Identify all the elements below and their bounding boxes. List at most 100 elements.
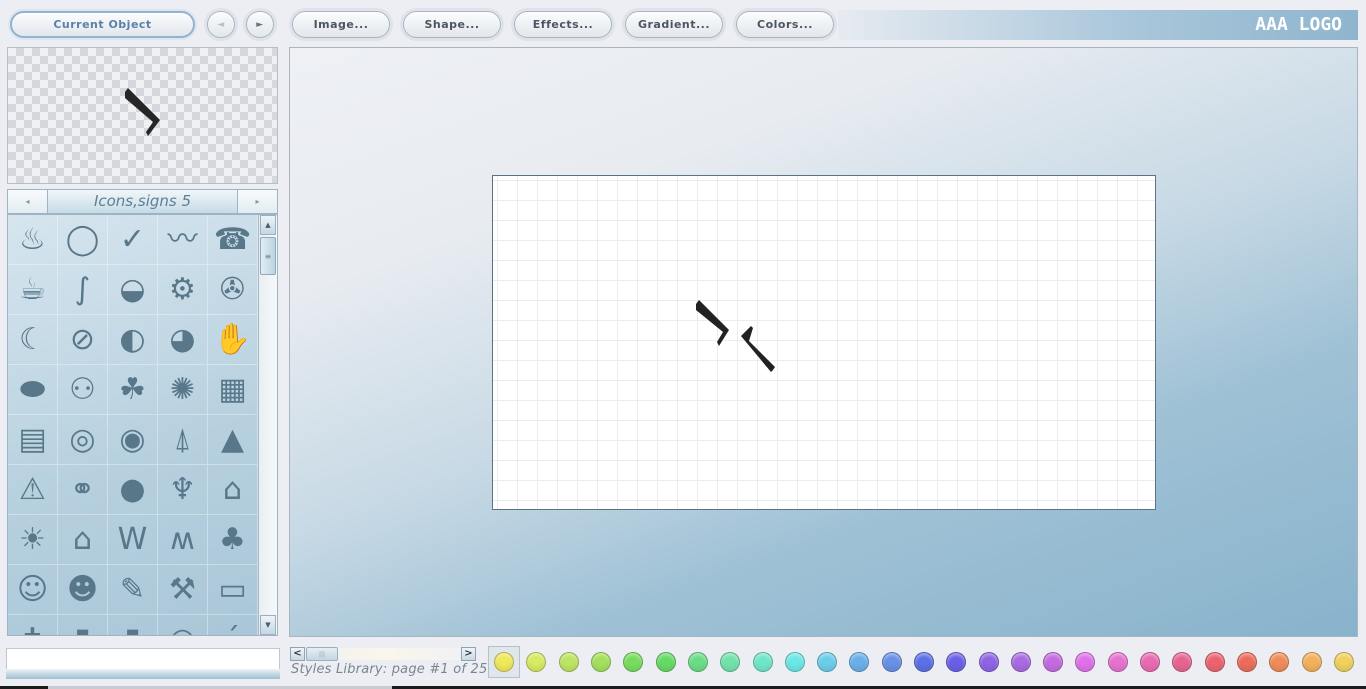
previous-category-button[interactable]: ◂ bbox=[8, 190, 48, 213]
color-swatch[interactable] bbox=[1134, 646, 1166, 678]
next-category-button[interactable]: ▸ bbox=[237, 190, 277, 213]
oval-icon: ◠ bbox=[169, 624, 195, 635]
color-swatch[interactable] bbox=[1037, 646, 1069, 678]
library-icon-scraper[interactable]: ⚒ bbox=[158, 565, 208, 615]
library-icon-glass[interactable]: ▮ bbox=[58, 615, 108, 635]
triangle-down-icon: ▼ bbox=[265, 621, 271, 629]
library-icon-brick-wall[interactable]: ▦ bbox=[208, 365, 258, 415]
library-icon-sun-house[interactable]: ☀ bbox=[8, 515, 58, 565]
library-icon-steaming-cups[interactable]: ♨ bbox=[8, 215, 58, 265]
category-selector: ◂ Icons,signs 5 ▸ bbox=[7, 189, 278, 214]
handshake-icon: ⚭ bbox=[69, 471, 96, 507]
color-swatch[interactable] bbox=[714, 646, 746, 678]
library-icon-swoosh[interactable]: ✓ bbox=[108, 215, 158, 265]
color-swatch[interactable] bbox=[617, 646, 649, 678]
styles-prev-button[interactable]: < bbox=[290, 647, 305, 661]
color-swatch[interactable] bbox=[520, 646, 552, 678]
library-icon-tick[interactable]: ˊ bbox=[208, 615, 258, 635]
library-icon-fire-circle[interactable]: ● bbox=[108, 465, 158, 515]
styles-next-button[interactable]: > bbox=[461, 647, 476, 661]
scroll-thumb[interactable]: ≡ bbox=[260, 237, 276, 275]
image-button[interactable]: Image... bbox=[292, 11, 390, 38]
library-icon-bottle[interactable]: ▮ bbox=[108, 615, 158, 635]
color-swatch[interactable] bbox=[843, 646, 875, 678]
color-swatch[interactable] bbox=[811, 646, 843, 678]
color-swatch[interactable] bbox=[1102, 646, 1134, 678]
library-icon-smiley-girl[interactable]: ☺ bbox=[8, 565, 58, 615]
library-icon-swirl-ring[interactable]: ◯ bbox=[58, 215, 108, 265]
palm-tree-icon: ♣ bbox=[219, 521, 246, 557]
library-icon-splash[interactable]: ✺ bbox=[158, 365, 208, 415]
color-swatch[interactable] bbox=[1166, 646, 1198, 678]
styles-scrollbar[interactable]: < ||| > bbox=[290, 647, 477, 661]
library-icon-s-curve[interactable]: ∫ bbox=[58, 265, 108, 315]
library-icon-paint-brush[interactable]: ✎ bbox=[108, 565, 158, 615]
effects-button[interactable]: Effects... bbox=[514, 11, 612, 38]
library-icon-swirl-circle[interactable]: ✇ bbox=[208, 265, 258, 315]
library-icon-hand-print[interactable]: ✋ bbox=[208, 315, 258, 365]
library-icon-fire-warning[interactable]: ⚠ bbox=[8, 465, 58, 515]
library-icon-calculator[interactable]: ▤ bbox=[8, 415, 58, 465]
color-dot bbox=[623, 652, 644, 672]
library-icon-earth[interactable]: ◕ bbox=[158, 315, 208, 365]
colors-button[interactable]: Colors... bbox=[736, 11, 834, 38]
text-input[interactable] bbox=[6, 648, 280, 670]
library-icon-house[interactable]: ⌂ bbox=[58, 515, 108, 565]
color-swatch[interactable] bbox=[972, 646, 1004, 678]
library-icon-turtle[interactable]: ⬬ bbox=[8, 365, 58, 415]
library-icon-oval[interactable]: ◠ bbox=[158, 615, 208, 635]
color-swatch[interactable] bbox=[682, 646, 714, 678]
library-icon-xmas-tree[interactable]: ▲ bbox=[208, 415, 258, 465]
color-swatch[interactable] bbox=[585, 646, 617, 678]
color-swatch[interactable] bbox=[1263, 646, 1295, 678]
color-swatch[interactable] bbox=[553, 646, 585, 678]
color-swatch[interactable] bbox=[1231, 646, 1263, 678]
library-icon-hot-coffee[interactable]: ☕ bbox=[8, 265, 58, 315]
design-canvas[interactable] bbox=[492, 175, 1156, 510]
library-icon-wonder-logo[interactable]: W bbox=[108, 515, 158, 565]
styles-scroll-thumb[interactable]: ||| bbox=[306, 647, 338, 661]
library-icon-wave-curl[interactable]: ☾ bbox=[8, 315, 58, 365]
library-icon-gears[interactable]: ⚙ bbox=[158, 265, 208, 315]
color-swatch[interactable] bbox=[488, 646, 521, 678]
library-icon-spiral-1[interactable]: ◎ bbox=[58, 415, 108, 465]
library-icon-bus[interactable]: ▭ bbox=[208, 565, 258, 615]
library-icon-ball-flowers[interactable]: ☻ bbox=[58, 565, 108, 615]
library-icon-spiral-2[interactable]: ◉ bbox=[108, 415, 158, 465]
library-icon-wave[interactable]: 〰 bbox=[158, 215, 208, 265]
library-icon-handshake[interactable]: ⚭ bbox=[58, 465, 108, 515]
color-swatch[interactable] bbox=[908, 646, 940, 678]
color-swatch[interactable] bbox=[746, 646, 778, 678]
library-icon-palm-tree[interactable]: ♣ bbox=[208, 515, 258, 565]
color-swatch[interactable] bbox=[1005, 646, 1037, 678]
next-object-button[interactable]: ► bbox=[246, 11, 274, 38]
color-swatch[interactable] bbox=[1295, 646, 1327, 678]
color-swatch[interactable] bbox=[1069, 646, 1101, 678]
library-icon-half-globe[interactable]: ◐ bbox=[108, 315, 158, 365]
color-swatch[interactable] bbox=[940, 646, 972, 678]
current-object-button[interactable]: Current Object bbox=[10, 11, 195, 38]
vertical-scrollbar[interactable]: ▲ ≡ ▼ bbox=[258, 215, 277, 635]
library-icon-flames[interactable]: ♆ bbox=[158, 465, 208, 515]
smiley-girl-icon: ☺ bbox=[16, 571, 49, 607]
library-icon-w-wing[interactable]: ʍ bbox=[158, 515, 208, 565]
library-icon-xmas-tree-outline[interactable]: ⍋ bbox=[158, 415, 208, 465]
color-swatch[interactable] bbox=[1199, 646, 1231, 678]
library-icon-telephone[interactable]: ☎ bbox=[208, 215, 258, 265]
styles-page-label: Styles Library: page #1 of 25 bbox=[291, 662, 488, 677]
scroll-down-button[interactable]: ▼ bbox=[260, 615, 276, 635]
library-icon-people[interactable]: ⚇ bbox=[58, 365, 108, 415]
gradient-button[interactable]: Gradient... bbox=[625, 11, 723, 38]
color-swatch[interactable] bbox=[1328, 646, 1360, 678]
shape-button[interactable]: Shape... bbox=[403, 11, 501, 38]
color-swatch[interactable] bbox=[649, 646, 681, 678]
library-icon-clover[interactable]: ☘ bbox=[108, 365, 158, 415]
scroll-up-button[interactable]: ▲ bbox=[260, 215, 276, 235]
library-icon-cross-item[interactable]: ✝ bbox=[8, 615, 58, 635]
library-icon-schoolhouse[interactable]: ⌂ bbox=[208, 465, 258, 515]
library-icon-cup[interactable]: ◒ bbox=[108, 265, 158, 315]
previous-object-button[interactable]: ◄ bbox=[207, 11, 235, 38]
color-swatch[interactable] bbox=[876, 646, 908, 678]
color-swatch[interactable] bbox=[779, 646, 811, 678]
library-icon-no-smoking[interactable]: ⊘ bbox=[58, 315, 108, 365]
